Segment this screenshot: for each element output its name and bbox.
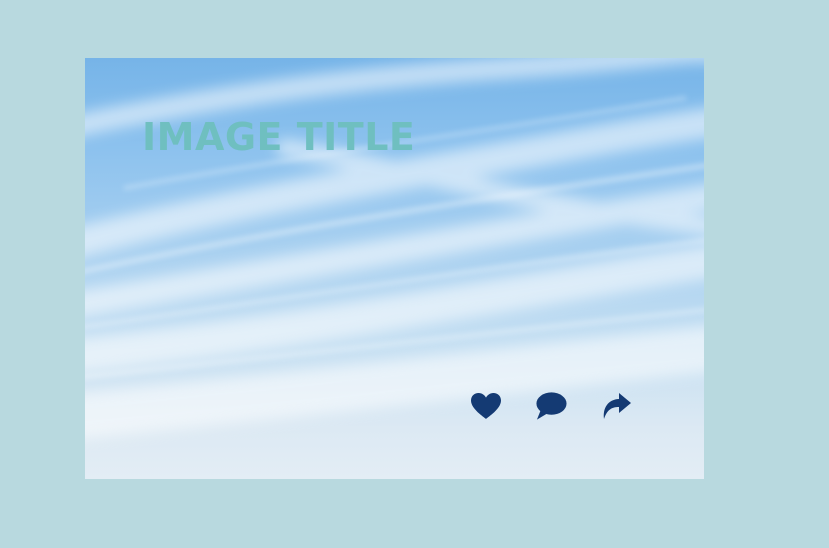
share-button[interactable] xyxy=(600,390,632,422)
like-button[interactable] xyxy=(470,390,502,422)
speech-bubble-icon xyxy=(536,392,567,420)
action-bar xyxy=(470,390,632,422)
image-title: IMAGE TITLE xyxy=(142,115,416,159)
image-card: IMAGE TITLE xyxy=(85,58,704,479)
heart-icon xyxy=(471,393,501,419)
comment-button[interactable] xyxy=(535,390,567,422)
share-arrow-icon xyxy=(603,393,631,419)
